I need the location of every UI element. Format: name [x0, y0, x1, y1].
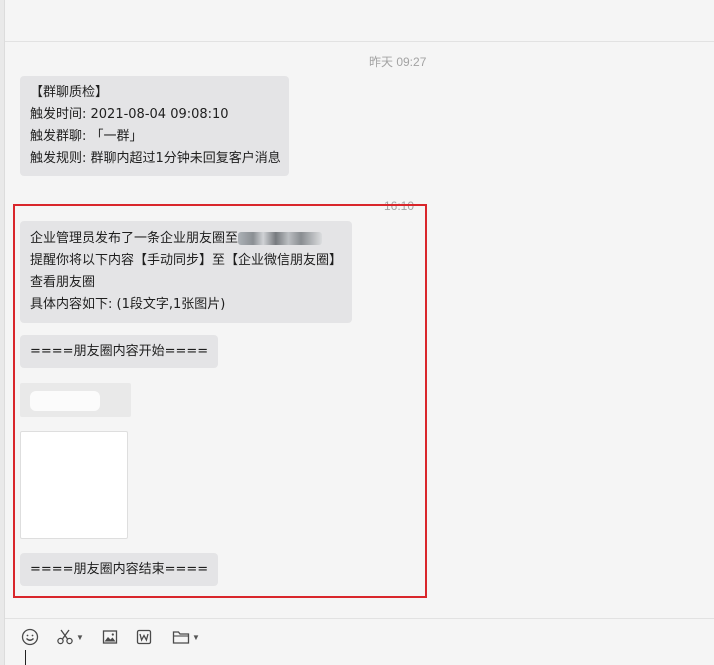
image-button[interactable] — [102, 626, 118, 648]
message-line: 【群聊质检】 — [30, 85, 109, 100]
file-button[interactable]: ▼ — [172, 626, 200, 648]
timestamp: 昨天 09:27 — [369, 55, 427, 69]
word-doc-icon — [136, 629, 152, 645]
scissors-icon — [57, 629, 73, 645]
highlight-box — [13, 204, 427, 598]
folder-icon — [172, 631, 190, 644]
message-line: 触发时间: 2021-08-04 09:08:10 — [30, 107, 229, 122]
chat-header — [5, 0, 714, 42]
chevron-down-icon: ▼ — [192, 632, 200, 642]
chevron-down-icon: ▼ — [76, 632, 84, 642]
emoji-button[interactable] — [21, 626, 39, 648]
message-line: 触发群聊: 「一群」 — [30, 129, 143, 144]
input-toolbar: ▼ ▼ — [5, 619, 714, 665]
message-bubble-quality-check[interactable]: 【群聊质检】 触发时间: 2021-08-04 09:08:10 触发群聊: 「… — [20, 76, 289, 176]
document-button[interactable] — [136, 626, 152, 648]
screenshot-button[interactable]: ▼ — [56, 626, 84, 648]
emoji-icon — [21, 628, 39, 646]
text-cursor[interactable] — [25, 650, 26, 665]
image-icon — [102, 630, 118, 644]
message-line: 触发规则: 群聊内超过1分钟未回复客户消息 — [30, 151, 281, 166]
